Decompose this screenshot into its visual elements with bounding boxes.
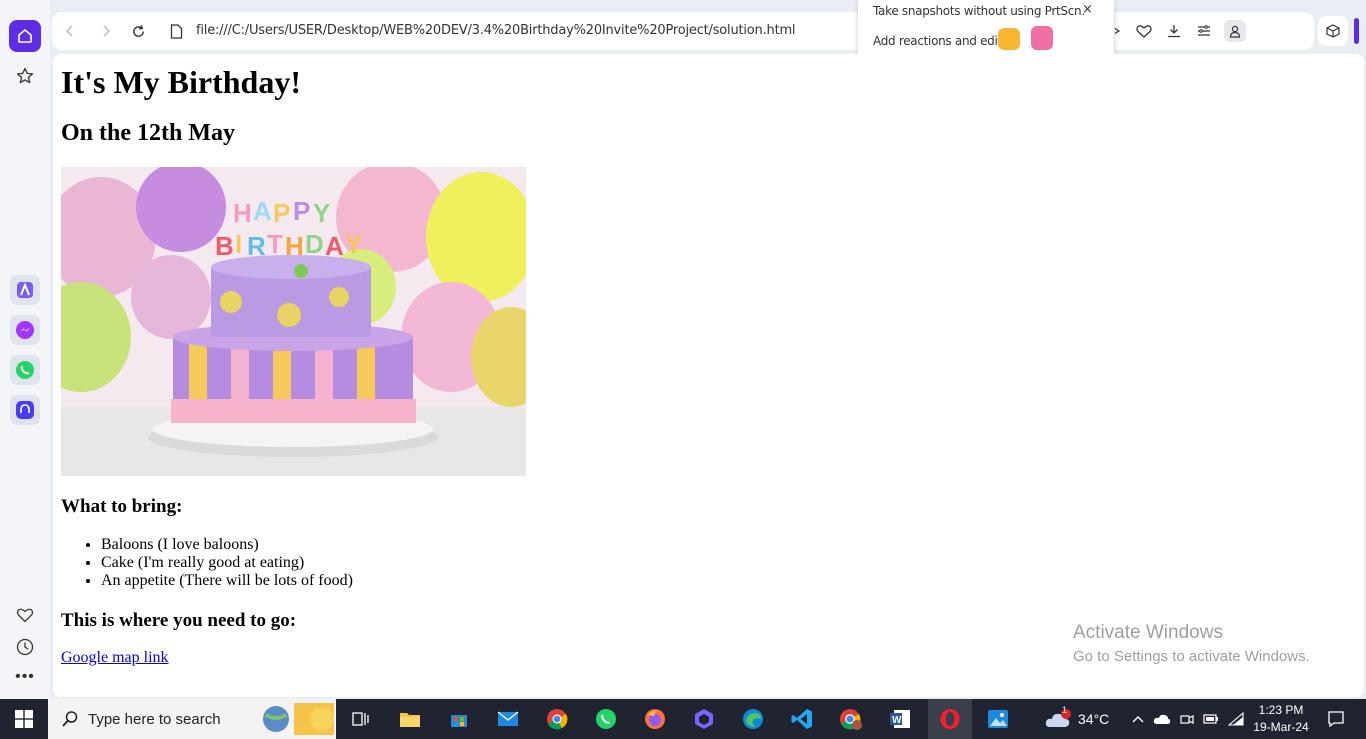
bring-list: Baloons (I love baloons) Cake (I'm reall… [61, 536, 353, 590]
page-info-icon[interactable] [166, 12, 186, 50]
svg-text:R: R [247, 231, 266, 261]
list-item: Baloons (I love baloons) [101, 536, 353, 554]
home-icon[interactable] [9, 20, 41, 52]
messenger-icon[interactable] [10, 315, 40, 345]
search-placeholder: Type here to search [88, 710, 221, 728]
birthday-cake-image: H A P P Y B I R T H D A Y [61, 167, 526, 476]
battery-icon[interactable] [1203, 713, 1219, 725]
list-item: An appetite (There will be lots of food) [101, 572, 353, 590]
google-map-link[interactable]: Google map link [61, 649, 169, 667]
sidebar-accent [1354, 18, 1359, 44]
where-heading: This is where you need to go: [61, 610, 297, 631]
profile-icon[interactable] [1224, 20, 1246, 42]
address-bar[interactable]: file:///C:/Users/USER/Desktop/WEB%20DEV/… [196, 12, 796, 50]
svg-text:B: B [215, 231, 234, 261]
reload-icon[interactable] [128, 12, 148, 50]
list-item: Cake (I'm really good at eating) [101, 554, 353, 572]
windows-taskbar: Type here to search W 1 34°C 1:23 PM 19-… [0, 699, 1366, 739]
history-icon[interactable] [9, 631, 41, 663]
wifi-icon[interactable] [1228, 712, 1244, 726]
onedrive-icon[interactable] [1153, 713, 1171, 725]
aria-icon[interactable] [10, 275, 40, 305]
watermark-subtitle: Go to Settings to activate Windows. [1073, 648, 1310, 665]
svg-text:A: A [325, 231, 344, 261]
web-page: It's My Birthday! On the 12th May H A P … [53, 54, 1364, 697]
extensions-icon[interactable] [1318, 16, 1348, 46]
whatsapp-icon[interactable] [10, 355, 40, 385]
popup-line-1: Take snapshots without using PrtScn. [873, 4, 1085, 18]
notifications-icon[interactable] [1320, 703, 1352, 735]
edge-icon[interactable] [737, 703, 769, 735]
svg-text:H: H [233, 198, 252, 228]
mail-icon[interactable] [492, 703, 524, 735]
search-icon [62, 711, 78, 727]
easy-setup-icon[interactable] [1194, 21, 1214, 41]
taskbar-search[interactable]: Type here to search [48, 699, 336, 739]
browser-sidebar: ••• [0, 0, 50, 699]
system-tray [1132, 699, 1244, 739]
firefox-icon[interactable] [639, 703, 671, 735]
temperature: 34°C [1078, 711, 1110, 727]
address-toolbar: file:///C:/Users/USER/Desktop/WEB%20DEV/… [52, 12, 1314, 50]
clock-time: 1:23 PM [1258, 703, 1304, 717]
chrome-profile-icon[interactable] [835, 703, 867, 735]
svg-text:H: H [285, 231, 304, 261]
forward-icon[interactable] [96, 12, 116, 50]
reaction-emoji-icon [998, 28, 1020, 50]
svg-text:Y: Y [313, 198, 330, 228]
watermark-title: Activate Windows [1073, 622, 1223, 643]
weather-cloud-icon [1045, 709, 1071, 727]
bring-heading: What to bring: [61, 496, 183, 517]
clock-date: 19-Mar-24 [1253, 720, 1309, 734]
taskbar-clock[interactable]: 1:23 PM 19-Mar-24 [1248, 702, 1314, 736]
svg-text:T: T [267, 229, 283, 259]
star-icon[interactable] [9, 60, 41, 92]
svg-text:D: D [305, 229, 324, 259]
page-date: On the 12th May [61, 120, 235, 146]
download-icon[interactable] [1164, 21, 1184, 41]
word-icon[interactable]: W [884, 703, 916, 735]
svg-text:P: P [293, 196, 310, 226]
copilot-icon[interactable] [688, 703, 720, 735]
back-icon[interactable] [60, 12, 80, 50]
svg-text:Y: Y [345, 229, 362, 259]
chrome-icon[interactable] [541, 703, 573, 735]
heart-icon[interactable] [9, 599, 41, 631]
weather-widget[interactable]: 1 34°C [1044, 699, 1109, 739]
svg-text:A: A [253, 196, 272, 226]
page-title: It's My Birthday! [61, 64, 301, 100]
microsoft-store-icon[interactable] [443, 703, 475, 735]
more-icon[interactable]: ••• [9, 661, 41, 693]
search-highlight-icon [263, 703, 334, 735]
task-view-icon[interactable] [344, 703, 376, 735]
svg-text:P: P [273, 198, 290, 228]
whatsapp-icon[interactable] [590, 703, 622, 735]
windows-start-icon[interactable] [8, 703, 40, 735]
file-explorer-icon[interactable] [394, 703, 426, 735]
activate-windows-watermark: Activate Windows Go to Settings to activ… [1073, 622, 1310, 665]
music-player-icon[interactable] [10, 395, 40, 425]
svg-text:I: I [235, 229, 242, 259]
heart-icon[interactable] [1134, 21, 1154, 41]
cat-sticker-icon [1031, 26, 1053, 50]
svg-text:W: W [892, 715, 902, 726]
vscode-icon[interactable] [786, 703, 818, 735]
weather-badge: 1 [1062, 705, 1068, 715]
opera-icon[interactable] [928, 699, 972, 739]
chevron-up-icon[interactable] [1132, 715, 1144, 723]
popup-line-2: Add reactions and edit [873, 34, 1002, 48]
close-icon[interactable]: × [1082, 2, 1093, 17]
photos-icon[interactable] [982, 703, 1014, 735]
meet-now-icon[interactable] [1180, 712, 1194, 726]
